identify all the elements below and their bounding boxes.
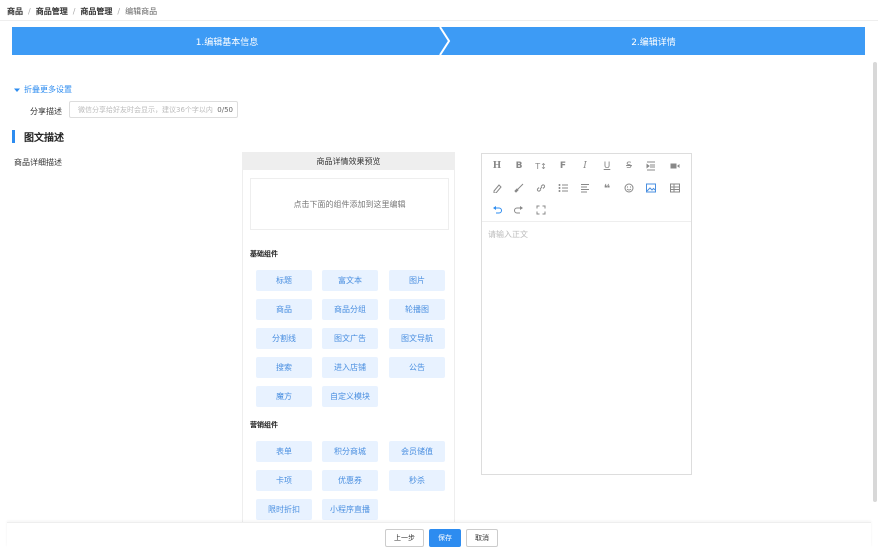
comp-limited-discount[interactable]: 限时折扣 (256, 499, 312, 520)
comp-search[interactable]: 搜索 (256, 357, 312, 378)
breadcrumb-item[interactable]: 商品 (7, 6, 23, 17)
page: 商品 / 商品管理 / 商品管理 / 编辑商品 1.编辑基本信息 2.编辑详情 … (0, 0, 878, 547)
heading-icon[interactable]: H (490, 159, 504, 173)
prev-step-button[interactable]: 上一步 (385, 529, 424, 547)
comp-carousel[interactable]: 轮播图 (389, 299, 445, 320)
comp-form[interactable]: 表单 (256, 441, 312, 462)
table-icon[interactable] (668, 181, 682, 195)
share-desc-placeholder: 微信分享给好友时会显示，建议36个字以内 (78, 105, 213, 114)
list-icon[interactable] (556, 181, 570, 195)
breadcrumb: 商品 / 商品管理 / 商品管理 / 编辑商品 (7, 5, 157, 17)
comp-enter-store[interactable]: 进入店铺 (322, 357, 378, 378)
fold-more-settings[interactable]: 折叠更多设置 (14, 84, 72, 95)
image-icon[interactable] (644, 181, 658, 195)
comp-card[interactable]: 卡项 (256, 470, 312, 491)
eraser-icon[interactable] (490, 181, 504, 195)
strikethrough-icon[interactable]: S (622, 159, 636, 173)
share-desc-input[interactable]: 微信分享给好友时会显示，建议36个字以内 0/50 (69, 101, 238, 118)
align-icon[interactable] (578, 181, 592, 195)
brush-icon[interactable] (512, 181, 526, 195)
footer-action-bar: 上一步 保存 取消 (7, 522, 871, 547)
comp-points-mall[interactable]: 积分商城 (322, 441, 378, 462)
comp-coupon[interactable]: 优惠券 (322, 470, 378, 491)
bold-icon[interactable]: B (512, 159, 526, 173)
comp-notice[interactable]: 公告 (389, 357, 445, 378)
step-detail[interactable]: 2.编辑详情 (442, 27, 865, 55)
underline-icon[interactable]: U (600, 159, 614, 173)
page-scrollbar[interactable] (873, 22, 877, 542)
undo-icon[interactable] (490, 203, 504, 217)
comp-flash-sale[interactable]: 秒杀 (389, 470, 445, 491)
breadcrumb-separator: / (72, 6, 76, 16)
comp-product[interactable]: 商品 (256, 299, 312, 320)
breadcrumb-item[interactable]: 商品管理 (80, 6, 112, 17)
share-desc-label: 分享描述 (30, 107, 62, 116)
italic-icon[interactable]: I (578, 159, 592, 173)
marketing-components-title: 营销组件 (250, 421, 278, 429)
breadcrumb-item[interactable]: 商品管理 (36, 6, 68, 17)
comp-member-deposit[interactable]: 会员储值 (389, 441, 445, 462)
scrollbar-thumb[interactable] (873, 62, 877, 502)
comp-product-group[interactable]: 商品分组 (322, 299, 378, 320)
comp-rich-text[interactable]: 富文本 (322, 270, 378, 291)
comp-custom-module[interactable]: 自定义模块 (322, 386, 378, 407)
fullscreen-icon[interactable] (534, 203, 548, 217)
preview-drop-area[interactable]: 点击下面的组件添加到这里编辑 (250, 178, 449, 230)
video-icon[interactable] (668, 159, 682, 173)
font-size-icon[interactable]: T↕ (534, 159, 548, 173)
step-indicator: 1.编辑基本信息 2.编辑详情 (12, 27, 865, 55)
step-basic-info[interactable]: 1.编辑基本信息 (12, 27, 442, 55)
comp-divider[interactable]: 分割线 (256, 328, 312, 349)
comp-image[interactable]: 图片 (389, 270, 445, 291)
comp-image-ad[interactable]: 图文广告 (322, 328, 378, 349)
basic-components-title: 基础组件 (250, 250, 278, 258)
cancel-button[interactable]: 取消 (466, 529, 498, 547)
preview-title: 商品详情效果预览 (243, 153, 454, 170)
detail-preview-panel: 商品详情效果预览 点击下面的组件添加到这里编辑 基础组件 标题 富文本 图片 商… (242, 152, 455, 527)
breadcrumb-separator: / (28, 6, 31, 16)
step-arrow-divider (434, 27, 451, 55)
redo-icon[interactable] (512, 203, 526, 217)
editor-toolbar: H B T↕ F I U S ❝ (482, 154, 691, 222)
comp-mini-program-live[interactable]: 小程序直播 (322, 499, 378, 520)
fold-label: 折叠更多设置 (24, 85, 72, 94)
indent-icon[interactable] (644, 159, 658, 173)
font-family-icon[interactable]: F (556, 159, 570, 173)
breadcrumb-current: 编辑商品 (125, 6, 158, 16)
caret-down-icon (14, 88, 20, 92)
comp-magic-cube[interactable]: 魔方 (256, 386, 312, 407)
header-divider (0, 20, 878, 21)
detail-desc-label: 商品详细描述 (14, 158, 62, 167)
emoji-icon[interactable] (622, 181, 636, 195)
editor-content-placeholder[interactable]: 请输入正文 (488, 229, 528, 240)
breadcrumb-separator: / (117, 6, 121, 16)
quote-icon[interactable]: ❝ (600, 181, 614, 195)
save-button[interactable]: 保存 (429, 529, 461, 547)
rich-text-editor: H B T↕ F I U S ❝ 请输入正文 (481, 153, 692, 475)
comp-image-nav[interactable]: 图文导航 (389, 328, 445, 349)
section-title: 图文描述 (12, 130, 64, 144)
link-icon[interactable] (534, 181, 548, 195)
comp-title[interactable]: 标题 (256, 270, 312, 291)
share-desc-count: 0/50 (217, 105, 233, 114)
